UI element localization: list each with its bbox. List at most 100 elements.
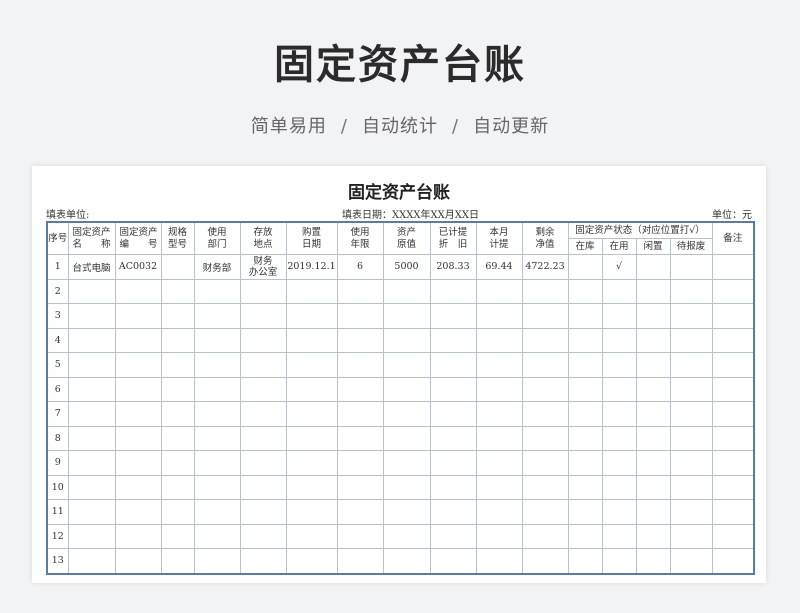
cell-name[interactable]: [67, 450, 116, 476]
cell-seq[interactable]: 3: [46, 303, 69, 329]
cell-net[interactable]: [521, 278, 569, 304]
cell-s0[interactable]: [567, 376, 603, 402]
cell-location[interactable]: [239, 303, 287, 329]
cell-s2[interactable]: [635, 401, 671, 427]
cell-location[interactable]: [239, 278, 287, 304]
cell-name[interactable]: [67, 278, 116, 304]
cell-seq[interactable]: 6: [46, 376, 69, 402]
cell-date[interactable]: [285, 548, 338, 574]
cell-s0[interactable]: [567, 450, 603, 476]
cell-s3[interactable]: [669, 352, 713, 378]
cell-monthly[interactable]: [475, 327, 523, 353]
cell-monthly[interactable]: [475, 450, 523, 476]
cell-dept[interactable]: [193, 450, 241, 476]
cell-location[interactable]: [239, 425, 287, 451]
cell-dept[interactable]: 财务部: [193, 254, 241, 280]
cell-spec[interactable]: [160, 523, 195, 549]
cell-code[interactable]: [114, 327, 162, 353]
cell-s1[interactable]: [601, 474, 637, 500]
cell-remark[interactable]: [711, 499, 755, 525]
cell-monthly[interactable]: [475, 303, 523, 329]
cell-life[interactable]: [336, 278, 384, 304]
cell-date[interactable]: [285, 303, 338, 329]
cell-remark[interactable]: [711, 450, 755, 476]
cell-date[interactable]: [285, 523, 338, 549]
cell-value[interactable]: [382, 278, 431, 304]
cell-code[interactable]: [114, 450, 162, 476]
cell-s1[interactable]: [601, 548, 637, 574]
cell-value[interactable]: [382, 401, 431, 427]
cell-s0[interactable]: [567, 401, 603, 427]
cell-accumulated[interactable]: [429, 278, 477, 304]
cell-life[interactable]: 6: [336, 254, 384, 280]
cell-value[interactable]: [382, 327, 431, 353]
cell-life[interactable]: [336, 548, 384, 574]
cell-location[interactable]: [239, 499, 287, 525]
cell-s3[interactable]: [669, 278, 713, 304]
cell-remark[interactable]: [711, 327, 755, 353]
cell-seq[interactable]: 1: [46, 254, 69, 280]
cell-s1[interactable]: [601, 425, 637, 451]
cell-dept[interactable]: [193, 376, 241, 402]
cell-s2[interactable]: [635, 474, 671, 500]
cell-name[interactable]: [67, 401, 116, 427]
cell-s1[interactable]: [601, 352, 637, 378]
cell-accumulated[interactable]: 208.33: [429, 254, 477, 280]
cell-net[interactable]: [521, 548, 569, 574]
cell-remark[interactable]: [711, 376, 755, 402]
cell-code[interactable]: [114, 303, 162, 329]
cell-accumulated[interactable]: [429, 303, 477, 329]
cell-seq[interactable]: 8: [46, 425, 69, 451]
cell-s0[interactable]: [567, 278, 603, 304]
cell-dept[interactable]: [193, 401, 241, 427]
cell-accumulated[interactable]: [429, 548, 477, 574]
cell-location[interactable]: [239, 450, 287, 476]
cell-code[interactable]: [114, 278, 162, 304]
cell-s2[interactable]: [635, 548, 671, 574]
cell-code[interactable]: AC0032: [114, 254, 162, 280]
cell-remark[interactable]: [711, 548, 755, 574]
cell-location[interactable]: [239, 327, 287, 353]
cell-seq[interactable]: 5: [46, 352, 69, 378]
cell-dept[interactable]: [193, 425, 241, 451]
cell-dept[interactable]: [193, 499, 241, 525]
cell-date[interactable]: [285, 327, 338, 353]
cell-accumulated[interactable]: [429, 450, 477, 476]
cell-location[interactable]: [239, 376, 287, 402]
cell-value[interactable]: [382, 450, 431, 476]
cell-s3[interactable]: [669, 474, 713, 500]
cell-seq[interactable]: 7: [46, 401, 69, 427]
cell-s2[interactable]: [635, 327, 671, 353]
cell-name[interactable]: [67, 327, 116, 353]
cell-name[interactable]: 台式电脑: [67, 254, 116, 280]
cell-location[interactable]: [239, 548, 287, 574]
cell-net[interactable]: [521, 352, 569, 378]
cell-s3[interactable]: [669, 425, 713, 451]
cell-remark[interactable]: [711, 254, 755, 280]
cell-value[interactable]: [382, 425, 431, 451]
cell-monthly[interactable]: [475, 352, 523, 378]
cell-s2[interactable]: [635, 450, 671, 476]
cell-seq[interactable]: 11: [46, 499, 69, 525]
cell-value[interactable]: [382, 303, 431, 329]
cell-life[interactable]: [336, 425, 384, 451]
cell-date[interactable]: [285, 278, 338, 304]
cell-s1[interactable]: [601, 450, 637, 476]
cell-value[interactable]: [382, 499, 431, 525]
cell-accumulated[interactable]: [429, 327, 477, 353]
cell-spec[interactable]: [160, 450, 195, 476]
cell-date[interactable]: [285, 401, 338, 427]
cell-s0[interactable]: [567, 474, 603, 500]
cell-spec[interactable]: [160, 278, 195, 304]
cell-spec[interactable]: [160, 254, 195, 280]
cell-life[interactable]: [336, 450, 384, 476]
cell-monthly[interactable]: [475, 474, 523, 500]
cell-s3[interactable]: [669, 327, 713, 353]
cell-s1[interactable]: [601, 499, 637, 525]
cell-remark[interactable]: [711, 352, 755, 378]
cell-code[interactable]: [114, 499, 162, 525]
cell-s2[interactable]: [635, 425, 671, 451]
cell-seq[interactable]: 12: [46, 523, 69, 549]
cell-net[interactable]: [521, 303, 569, 329]
cell-remark[interactable]: [711, 425, 755, 451]
